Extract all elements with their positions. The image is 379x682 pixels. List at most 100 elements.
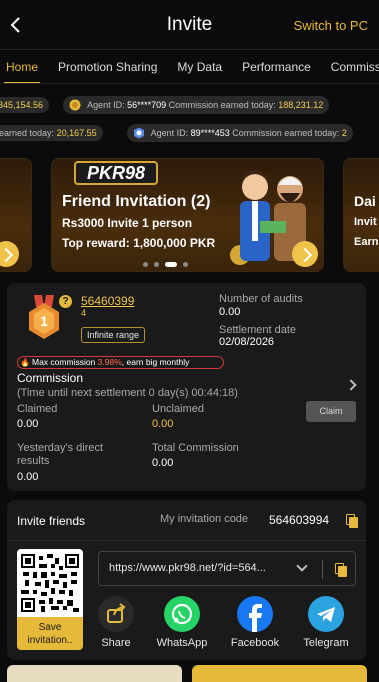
- switch-to-pc-link[interactable]: Switch to PC: [294, 18, 368, 33]
- ticker-item: earned today: 20,167.55: [0, 125, 103, 141]
- ticker-item: 345,154.56: [0, 97, 50, 113]
- arrow-right-icon: [0, 241, 19, 267]
- copy-link-icon[interactable]: [335, 563, 347, 577]
- header: Invite Switch to PC: [0, 0, 379, 50]
- medal-icon: 1: [29, 295, 59, 339]
- divider: [7, 540, 366, 541]
- qr-code-block: Save invitation..: [17, 549, 83, 650]
- claim-button[interactable]: Claim: [306, 401, 356, 422]
- agent-id-sub: 4: [81, 308, 87, 318]
- tab-home[interactable]: Home: [3, 50, 41, 83]
- invite-link: https://www.pkr98.net/?id=564...: [109, 562, 266, 574]
- audits-label: Number of audits: [219, 293, 303, 305]
- total-commission-label: Total Commission: [152, 442, 239, 454]
- unclaimed-label: Unclaimed: [152, 403, 204, 415]
- brand-logo: PKR98: [74, 161, 158, 185]
- agent-label: Agent ID:: [150, 128, 189, 138]
- carousel-dot-active[interactable]: [165, 262, 177, 267]
- invite-title: Invite friends: [17, 514, 86, 528]
- banner-next[interactable]: Dai Invit Earn: [343, 158, 379, 272]
- save-label-2: invitation..: [27, 635, 73, 646]
- qr-code: [17, 549, 83, 617]
- agent-id[interactable]: 56460399: [81, 294, 134, 308]
- bottom-button-left[interactable]: [7, 665, 182, 682]
- facebook-share-button[interactable]: Facebook: [225, 596, 285, 649]
- banner-friend-invitation[interactable]: PKR98 Friend Invitation (2) Rs3000 Invit…: [51, 158, 324, 272]
- ticker-item: Agent ID: 56****709 Commission earned to…: [63, 96, 330, 114]
- banner-prev[interactable]: [0, 158, 32, 272]
- yesterday-label: Yesterday's direct: [17, 442, 104, 454]
- telegram-label: Telegram: [303, 637, 349, 649]
- page-title: Invite: [166, 13, 213, 35]
- banner-heading: Friend Invitation (2): [62, 193, 211, 210]
- yesterday-label-2: results: [17, 455, 50, 467]
- banner-line-1: Invit: [354, 216, 377, 228]
- agent-id: 56****709: [127, 100, 167, 110]
- next-settlement-countdown: (Time until next settlement 0 day(s) 00:…: [17, 387, 238, 399]
- save-invitation-button[interactable]: Save invitation..: [17, 617, 83, 650]
- tab-promotion-sharing[interactable]: Promotion Sharing: [58, 50, 157, 83]
- ticker-item: Agent ID: 89****453 Commission earned to…: [126, 124, 353, 142]
- yesterday-value: 0.00: [17, 471, 39, 483]
- share-icon: [98, 596, 134, 632]
- whatsapp-label: WhatsApp: [156, 637, 208, 649]
- banner-line-1: Rs3000 Invite 1 person: [62, 216, 193, 230]
- banner-line-2: Earn: [354, 236, 379, 248]
- tab-bar: Home Promotion Sharing My Data Performan…: [0, 50, 379, 84]
- ticker-amount: 20,167.55: [56, 128, 97, 138]
- save-label-1: Save: [38, 622, 62, 633]
- copy-code-icon[interactable]: [346, 514, 358, 528]
- range-badge: Infinite range: [81, 327, 146, 343]
- audits-value: 0.00: [219, 306, 241, 318]
- invite-link-select[interactable]: https://www.pkr98.net/?id=564...: [98, 551, 356, 586]
- ticker-amount: 2: [341, 128, 347, 138]
- claimed-label: Claimed: [17, 403, 58, 415]
- carousel-dots: [143, 262, 188, 267]
- commission-title: Commission: [17, 371, 84, 385]
- banner-heading: Dai: [354, 193, 376, 209]
- whatsapp-share-button[interactable]: WhatsApp: [152, 596, 212, 649]
- promo-suffix: , earn big monthly: [121, 357, 190, 367]
- ticker-row-2: earned today: 20,167.55 Agent ID: 89****…: [0, 123, 353, 143]
- promo-prefix: Max commission: [32, 357, 98, 367]
- banner-carousel[interactable]: PKR98 Friend Invitation (2) Rs3000 Invit…: [0, 158, 379, 274]
- coin-icon: [69, 99, 81, 111]
- earned-label: Commission earned today:: [168, 100, 276, 110]
- invite-card: Invite friends My invitation code 564603…: [7, 500, 366, 660]
- tab-commission[interactable]: Commiss: [331, 50, 379, 83]
- back-arrow-icon[interactable]: [6, 14, 28, 36]
- share-button[interactable]: Share: [86, 596, 146, 649]
- promo-rate: 3.98%: [97, 357, 122, 367]
- whatsapp-icon: [164, 596, 200, 632]
- agent-label: Agent ID:: [87, 100, 125, 110]
- tab-my-data[interactable]: My Data: [177, 50, 222, 83]
- chevron-down-icon[interactable]: [296, 560, 308, 572]
- tab-performance[interactable]: Performance: [242, 50, 311, 83]
- share-label: Share: [101, 637, 131, 649]
- carousel-dot[interactable]: [183, 262, 188, 267]
- carousel-dot[interactable]: [154, 262, 159, 267]
- invitation-code-label: My invitation code: [160, 513, 249, 525]
- bottom-button-right[interactable]: [192, 665, 367, 682]
- telegram-icon: [308, 596, 344, 632]
- carousel-dot[interactable]: [143, 262, 148, 267]
- arrow-right-icon: [292, 241, 318, 267]
- chevron-right-icon[interactable]: [345, 379, 357, 391]
- settlement-label: Settlement date: [219, 324, 297, 336]
- banner-line-2: Top reward: 1,800,000 PKR: [62, 236, 216, 250]
- qr-code-image: [21, 554, 79, 612]
- telegram-share-button[interactable]: Telegram: [296, 596, 356, 649]
- ticker-amount: 188,231.12: [278, 100, 324, 110]
- earned-label: Commission earned today:: [232, 128, 340, 138]
- claimed-value: 0.00: [17, 418, 39, 430]
- ticker-amount: 345,154.56: [0, 100, 44, 110]
- commission-card: 1 ? 56460399 4 Infinite range Number of …: [7, 283, 366, 491]
- help-icon[interactable]: ?: [59, 295, 72, 308]
- facebook-icon: [237, 596, 273, 632]
- max-commission-banner: Max commission 3.98%, earn big monthly: [17, 356, 224, 369]
- divider: [322, 560, 323, 579]
- settlement-value: 02/08/2026: [219, 336, 275, 348]
- ticker-row-1: 345,154.56 Agent ID: 56****709 Commissio…: [0, 95, 330, 115]
- total-commission-value: 0.00: [152, 457, 174, 469]
- invitation-code: 564603994: [269, 513, 330, 527]
